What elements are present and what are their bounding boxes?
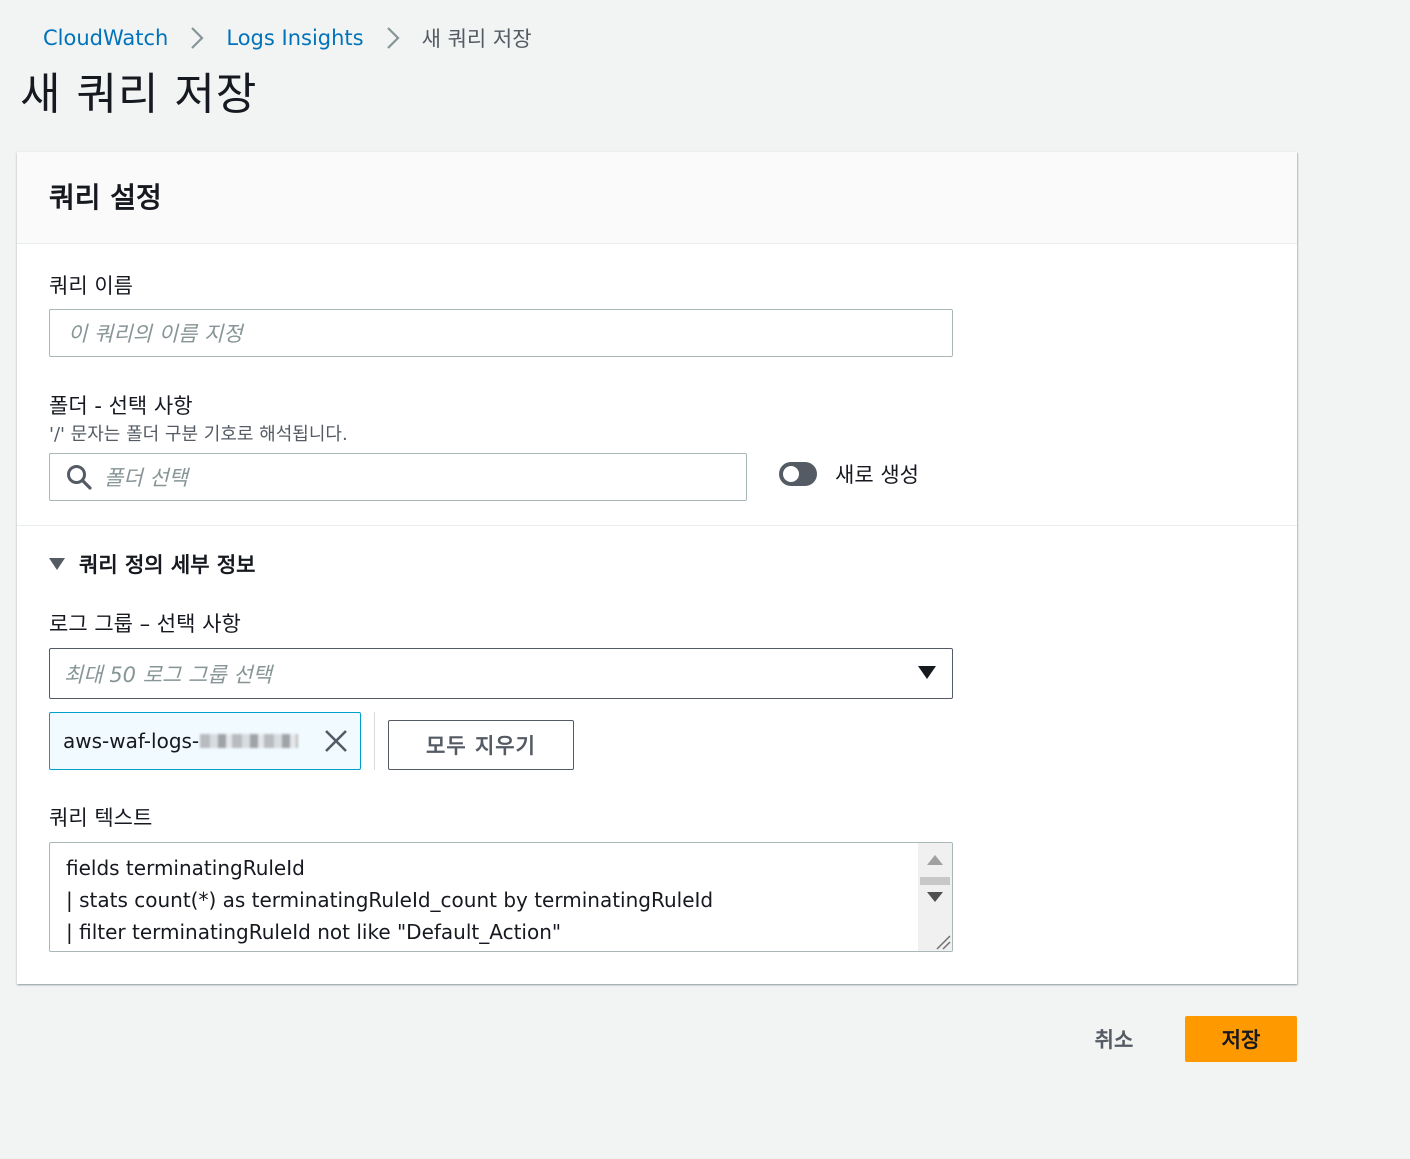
folder-search-input[interactable]: 폴더 선택 [49,453,747,501]
resize-grip-icon[interactable] [933,932,951,950]
breadcrumb-current: 새 쿼리 저장 [421,27,532,51]
query-line: fields terminatingRuleId [66,856,305,880]
section-divider [17,525,1297,526]
chevron-right-icon [168,26,226,50]
log-group-token-label: aws-waf-logs- [63,729,200,753]
chevron-right-icon [364,26,422,50]
create-new-folder-label: 새로 생성 [835,463,919,487]
query-name-placeholder: 이 쿼리의 이름 지정 [68,322,243,346]
token-separator [374,712,375,770]
textarea-scrollbar[interactable] [918,843,952,951]
log-group-placeholder: 최대 50 로그 그룹 선택 [64,662,272,687]
clear-all-button[interactable]: 모두 지우기 [388,720,574,770]
query-settings-panel: 쿼리 설정 쿼리 이름 이 쿼리의 이름 지정 폴더 - 선택 사항 '/' 문… [17,152,1297,984]
folder-description: '/' 문자는 폴더 구분 기호로 해석됩니다. [49,424,348,445]
folder-label: 폴더 - 선택 사항 [49,394,193,418]
toggle-knob [783,466,799,482]
breadcrumb-logs-insights-link[interactable]: Logs Insights [226,26,363,50]
query-name-label: 쿼리 이름 [49,274,133,298]
page-title: 새 쿼리 저장 [20,69,258,120]
query-details-expander[interactable]: 쿼리 정의 세부 정보 [49,549,256,579]
log-group-token: aws-waf-logs- [49,712,361,770]
query-details-title: 쿼리 정의 세부 정보 [79,553,256,577]
breadcrumb: CloudWatch Logs Insights 새 쿼리 저장 [43,22,532,54]
cancel-button[interactable]: 취소 [1072,1016,1156,1062]
create-new-folder-toggle[interactable] [779,462,817,486]
folder-placeholder: 폴더 선택 [104,466,188,490]
query-text-content: fields terminatingRuleId | stats count(*)… [66,852,713,948]
scroll-up-icon[interactable] [927,855,943,865]
query-line: | filter terminatingRuleId not like "Def… [66,920,562,944]
redacted-text [200,734,299,748]
scroll-thumb[interactable] [920,877,950,885]
caret-down-icon [918,666,936,679]
scroll-down-icon[interactable] [927,892,943,902]
caret-down-icon [49,558,65,570]
search-icon [66,464,92,490]
panel-header: 쿼리 설정 [17,152,1297,244]
panel-title: 쿼리 설정 [49,181,162,214]
log-group-label: 로그 그룹 – 선택 사항 [49,612,241,636]
save-button[interactable]: 저장 [1185,1016,1297,1062]
query-name-input[interactable]: 이 쿼리의 이름 지정 [49,309,953,357]
breadcrumb-cloudwatch-link[interactable]: CloudWatch [43,26,168,50]
close-icon[interactable] [324,729,348,753]
query-text-label: 쿼리 텍스트 [49,806,153,830]
log-group-select[interactable]: 최대 50 로그 그룹 선택 [49,648,953,699]
query-text-area[interactable]: fields terminatingRuleId | stats count(*)… [49,842,953,952]
query-line: | stats count(*) as terminatingRuleId_co… [66,888,714,912]
